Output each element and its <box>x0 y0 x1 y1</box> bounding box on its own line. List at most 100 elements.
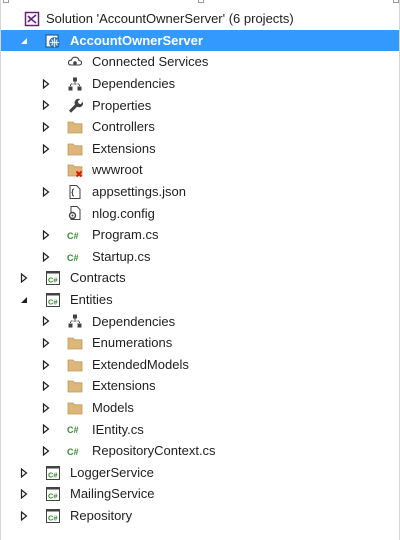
file-ientity-cs[interactable]: C# IEntity.cs <box>1 419 399 441</box>
collapsed-arrow-icon[interactable] <box>41 337 51 348</box>
csharp-project-icon: C# <box>44 269 62 287</box>
node-label: appsettings.json <box>92 184 186 199</box>
node-label: Dependencies <box>92 76 176 91</box>
folder-icon <box>66 140 84 158</box>
node-label: Enumerations <box>92 335 173 351</box>
file-startup-cs[interactable]: C# Startup.cs <box>1 246 399 268</box>
dependencies-icon <box>66 75 84 93</box>
collapsed-arrow-icon[interactable] <box>41 229 51 240</box>
resize-handle-right[interactable] <box>393 0 399 3</box>
csharp-project-icon: C# <box>44 291 62 309</box>
missing-folder-icon <box>66 161 84 179</box>
project-repository[interactable]: C# Repository <box>1 505 399 527</box>
node-label: Repository <box>70 508 133 523</box>
folder-extensions[interactable]: Extensions <box>1 138 399 160</box>
resize-handle-left[interactable] <box>3 0 9 3</box>
folder-entities-extensions[interactable]: Extensions <box>1 375 399 397</box>
visual-studio-solution-icon <box>23 10 41 28</box>
collapsed-arrow-icon[interactable] <box>19 273 29 284</box>
svg-text:C#: C# <box>48 513 58 522</box>
wrench-icon <box>66 96 84 114</box>
collapsed-arrow-icon[interactable] <box>41 316 51 327</box>
node-label: nlog.config <box>92 205 155 221</box>
node-label: Connected Services <box>92 54 209 70</box>
collapsed-arrow-icon[interactable] <box>41 381 51 392</box>
csharp-file-icon: C# <box>66 248 84 266</box>
csharp-file-icon: C# <box>66 420 84 438</box>
node-label: Dependencies <box>92 313 176 329</box>
file-repositorycontext-cs[interactable]: C# RepositoryContext.cs <box>1 440 399 462</box>
expanded-arrow-icon[interactable] <box>19 36 29 46</box>
resize-handle-center[interactable] <box>198 0 204 3</box>
node-label: Program.cs <box>92 227 159 243</box>
node-label: LoggerService <box>70 464 154 480</box>
file-appsettings-json[interactable]: appsettings.json <box>1 181 399 203</box>
csharp-file-icon: C# <box>66 226 84 244</box>
project-loggerservice[interactable]: C# LoggerService <box>1 462 399 484</box>
node-label: ExtendedModels <box>92 356 189 372</box>
web-project-icon <box>44 32 62 50</box>
project-accountownerserver[interactable]: AccountOwnerServer <box>1 29 399 52</box>
node-label: RepositoryContext.cs <box>92 443 216 459</box>
collapsed-arrow-icon[interactable] <box>41 445 51 456</box>
expanded-arrow-icon[interactable] <box>19 295 29 305</box>
svg-text:C#: C# <box>67 447 79 457</box>
folder-enumerations[interactable]: Enumerations <box>1 332 399 354</box>
folder-icon <box>66 356 84 374</box>
file-nlog-config[interactable]: nlog.config <box>1 203 399 225</box>
svg-text:C#: C# <box>67 425 79 435</box>
folder-icon <box>66 118 84 136</box>
collapsed-arrow-icon[interactable] <box>19 510 29 521</box>
svg-text:C#: C# <box>67 253 79 263</box>
collapsed-arrow-icon[interactable] <box>41 186 51 197</box>
project-mailingservice[interactable]: C# MailingService <box>1 483 399 505</box>
node-label: Contracts <box>70 270 126 286</box>
collapsed-arrow-icon[interactable] <box>41 143 51 154</box>
collapsed-arrow-icon[interactable] <box>41 424 51 435</box>
json-file-icon <box>66 183 84 201</box>
folder-controllers[interactable]: Controllers <box>1 116 399 138</box>
collapsed-arrow-icon[interactable] <box>41 100 51 111</box>
node-entities-dependencies[interactable]: Dependencies <box>1 311 399 333</box>
solution-explorer-tree: Solution 'AccountOwnerServer' (6 project… <box>0 0 400 540</box>
node-label: Startup.cs <box>92 248 151 264</box>
project-contracts[interactable]: C# Contracts <box>1 267 399 289</box>
collapsed-arrow-icon[interactable] <box>41 359 51 370</box>
svg-text:C#: C# <box>48 276 58 285</box>
node-label: Entities <box>70 292 113 307</box>
file-program-cs[interactable]: C# Program.cs <box>1 224 399 246</box>
node-label: MailingService <box>70 486 155 502</box>
collapsed-arrow-icon[interactable] <box>19 489 29 500</box>
node-label: IEntity.cs <box>92 421 144 437</box>
project-entities[interactable]: C# Entities <box>1 289 399 311</box>
node-connected-services[interactable]: Connected Services <box>1 51 399 73</box>
collapsed-arrow-icon[interactable] <box>41 78 51 89</box>
folder-icon <box>66 334 84 352</box>
node-dependencies[interactable]: Dependencies <box>1 73 399 95</box>
csharp-file-icon: C# <box>66 442 84 460</box>
collapsed-arrow-icon[interactable] <box>41 121 51 132</box>
solution-label: Solution 'AccountOwnerServer' (6 project… <box>46 11 294 26</box>
node-label: AccountOwnerServer <box>70 32 203 48</box>
solution-node[interactable]: Solution 'AccountOwnerServer' (6 project… <box>1 8 399 30</box>
folder-icon <box>66 377 84 395</box>
svg-text:C#: C# <box>48 470 58 479</box>
node-label: Controllers <box>92 119 155 135</box>
collapsed-arrow-icon[interactable] <box>19 467 29 478</box>
node-label: Models <box>92 400 134 415</box>
collapsed-arrow-icon[interactable] <box>41 251 51 262</box>
collapsed-arrow-icon[interactable] <box>41 402 51 413</box>
config-file-icon <box>66 204 84 222</box>
dependencies-icon <box>66 312 84 330</box>
folder-models[interactable]: Models <box>1 397 399 419</box>
node-label: wwwroot <box>92 162 143 178</box>
svg-text:C#: C# <box>48 492 58 501</box>
folder-wwwroot[interactable]: wwwroot <box>1 159 399 181</box>
node-properties[interactable]: Properties <box>1 95 399 117</box>
node-label: Extensions <box>92 378 156 394</box>
folder-icon <box>66 399 84 417</box>
csharp-project-icon: C# <box>44 485 62 503</box>
svg-text:C#: C# <box>67 231 79 241</box>
folder-extendedmodels[interactable]: ExtendedModels <box>1 354 399 376</box>
connected-services-icon <box>66 53 84 71</box>
